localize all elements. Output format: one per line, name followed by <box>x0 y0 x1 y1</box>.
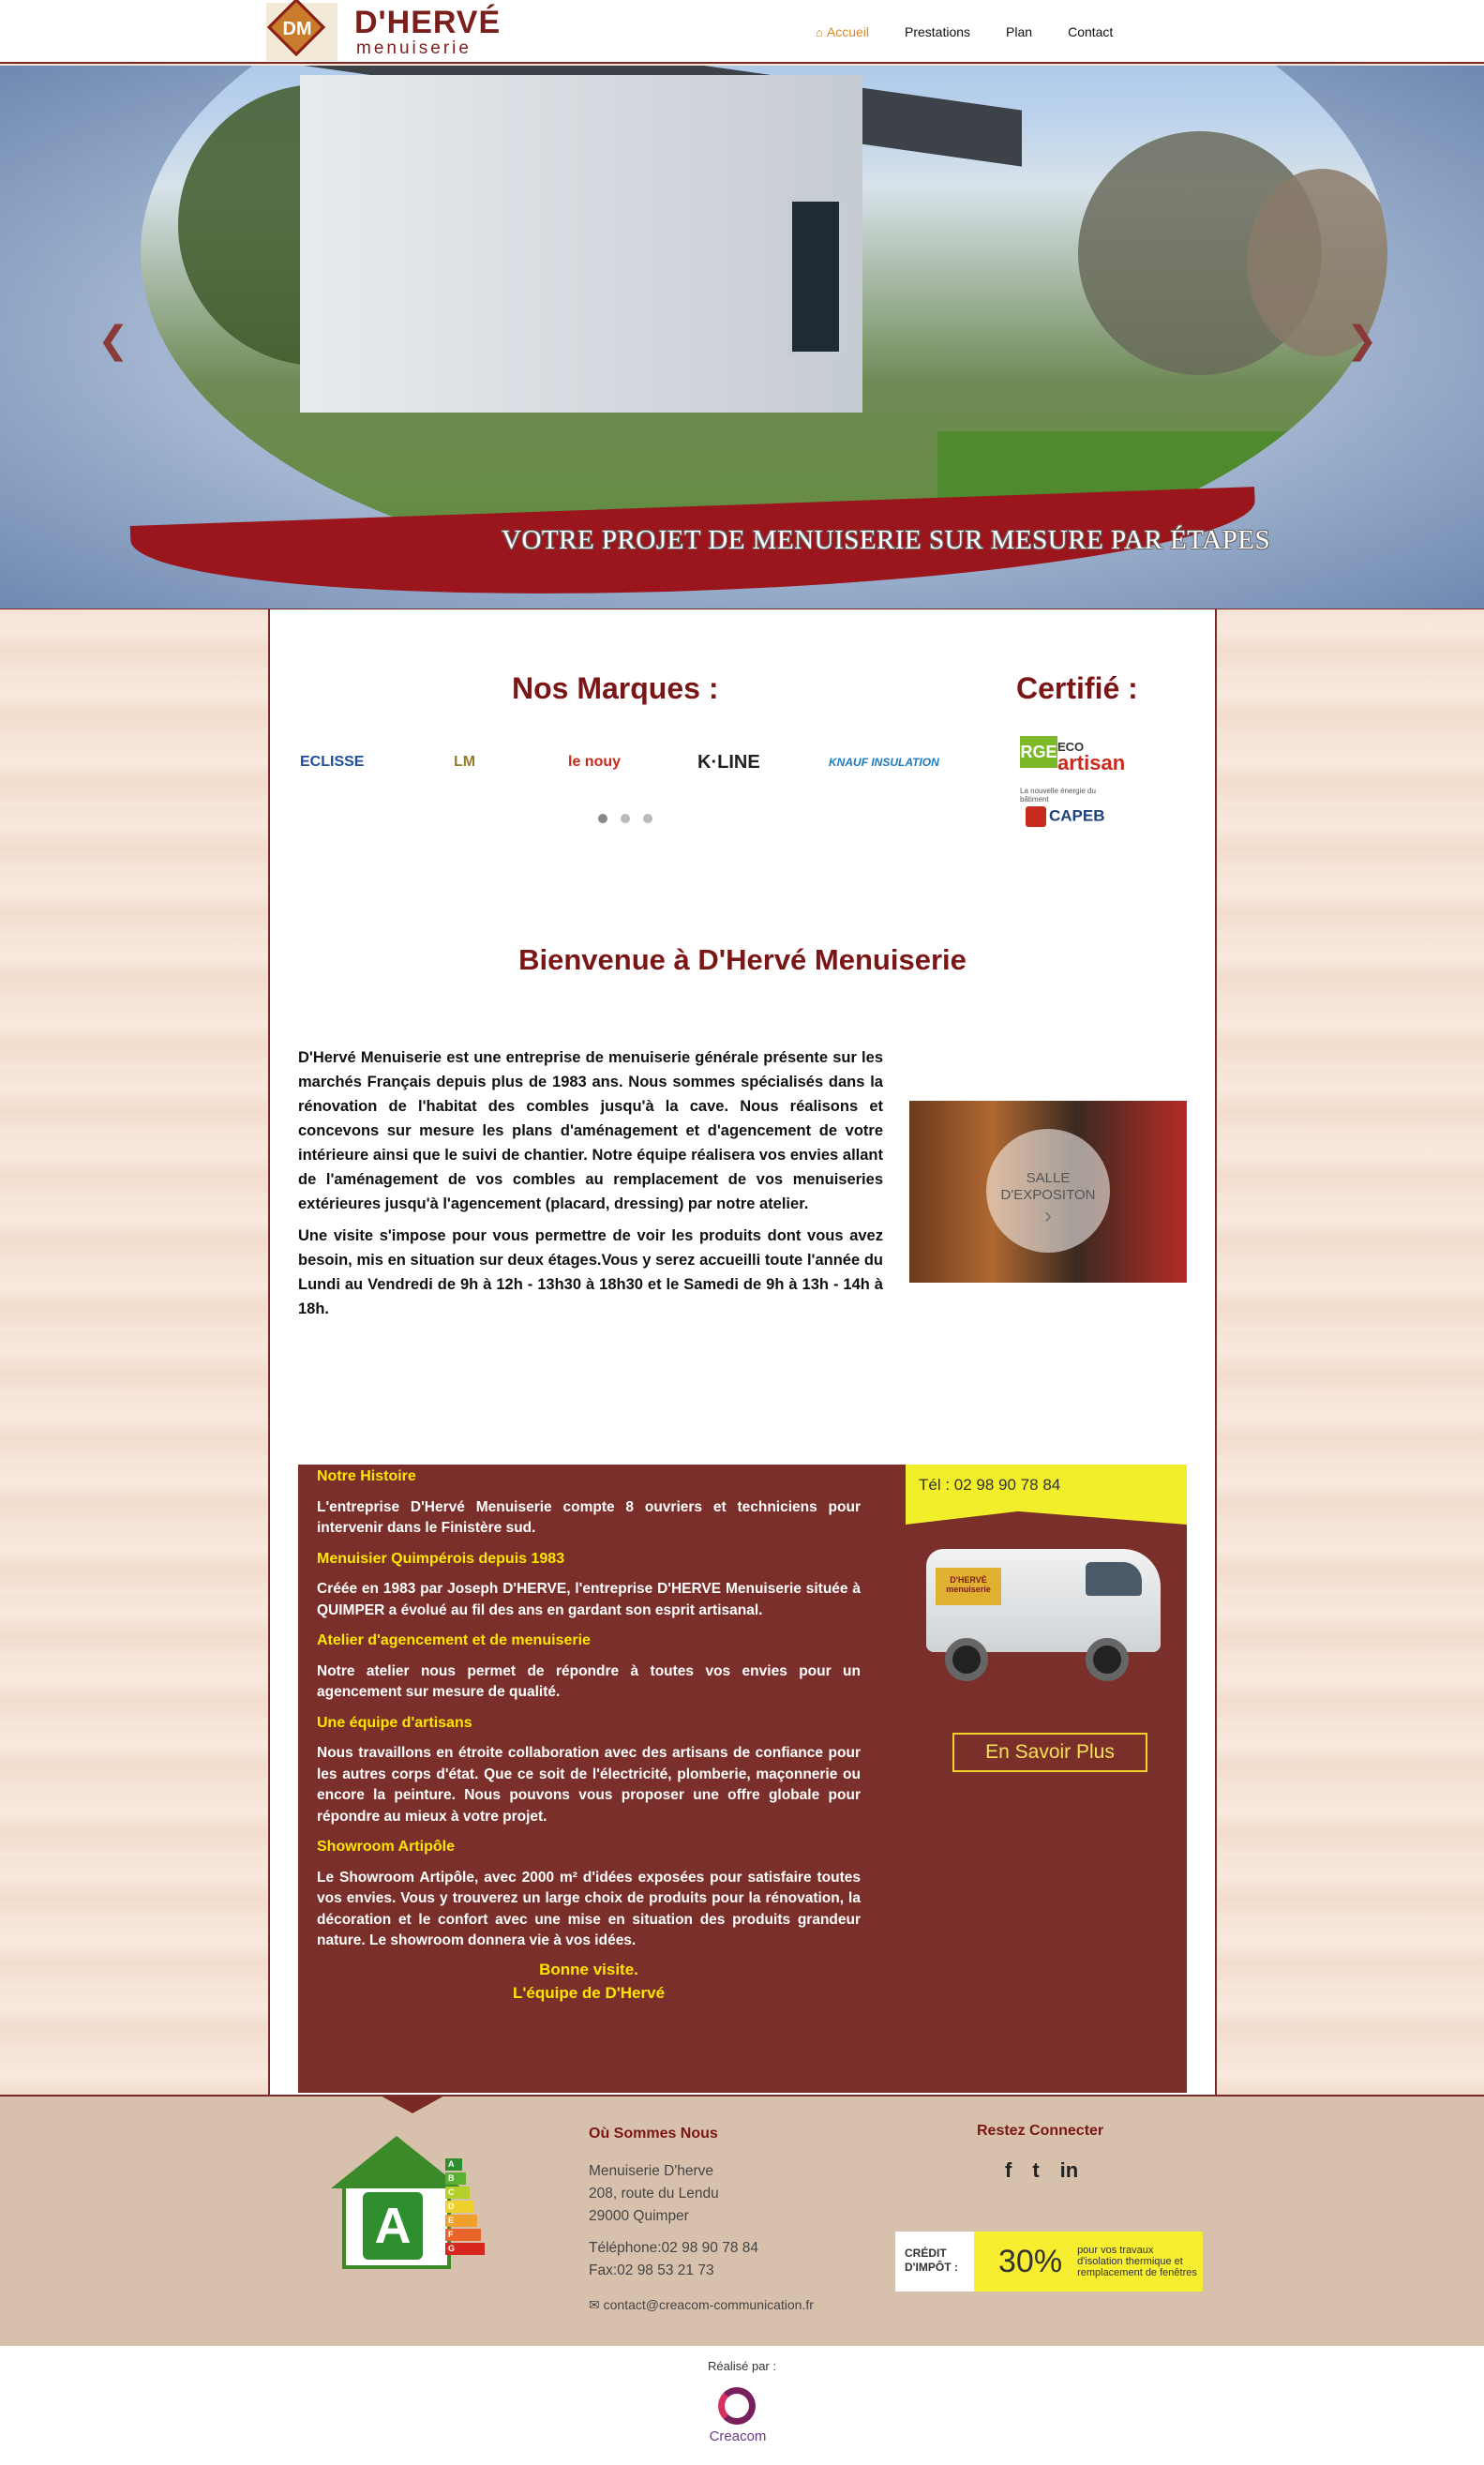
credits-bar: Réalisé par : Creacom <box>0 2346 1484 2465</box>
chevron-right-icon[interactable]: ❯ <box>1346 319 1378 362</box>
slider-dot[interactable] <box>598 814 607 823</box>
section-text: L'entreprise D'Hervé Menuiserie compte 8… <box>317 1498 861 1537</box>
section-title: Atelier d'agencement et de menuiserie <box>317 1632 591 1648</box>
brand-lenouy[interactable]: le nouy <box>568 750 621 774</box>
home-icon: ⌂ <box>816 24 823 39</box>
slider-dot[interactable] <box>621 814 630 823</box>
header: DM D'HERVÉ menuiserie ⌂ Accueil Prestatio… <box>0 0 1484 64</box>
brand-knauf[interactable]: KNAUF INSULATION <box>829 750 939 774</box>
phone[interactable]: Téléphone:02 98 90 78 84 <box>589 2237 889 2260</box>
welcome-title: Bienvenue à D'Hervé Menuiserie <box>518 943 967 976</box>
savoir-plus-button[interactable]: En Savoir Plus <box>952 1733 1147 1772</box>
tax-credit-banner[interactable]: CRÉDIT D'IMPÔT : 30% pour vos travaux d'… <box>895 2232 1203 2292</box>
van-image: D'HERVÉ menuiserie <box>917 1530 1179 1690</box>
nav-item-plan[interactable]: Plan <box>1006 24 1032 39</box>
logo-mark: DM <box>266 0 337 61</box>
phone-banner[interactable]: Tél : 02 98 90 78 84 <box>906 1465 1187 1525</box>
intro-text: D'Hervé Menuiserie est une entreprise de… <box>298 1045 883 1329</box>
hero-tagline: VOTRE PROJET DE MENUISERIE SUR MESURE PA… <box>502 525 1271 555</box>
creacom-logo[interactable]: Creacom <box>705 2387 771 2449</box>
rge-eco-artisan-badge: RGE ECO artisan La nouvelle énergie du b… <box>1020 736 1125 804</box>
nav-item-prestations[interactable]: Prestations <box>905 24 970 39</box>
signature: Bonne visite. L'équipe de D'Hervé <box>512 1960 666 2002</box>
envelope-icon: ✉ <box>589 2297 600 2312</box>
made-by-label: Réalisé par : <box>708 2359 776 2373</box>
van-logo: D'HERVÉ menuiserie <box>936 1568 1001 1605</box>
energy-bars: A B C D E F G <box>445 2158 485 2257</box>
hero-slider: VOTRE PROJET DE MENUISERIE SUR MESURE PA… <box>0 66 1484 609</box>
section-title: Notre Histoire <box>317 1468 416 1484</box>
section-title: Une équipe d'artisans <box>317 1714 472 1731</box>
street: 208, route du Lendu <box>589 2186 719 2202</box>
intro-paragraph: D'Hervé Menuiserie est une entreprise de… <box>298 1049 883 1212</box>
history-panel: Notre Histoire L'entreprise D'Hervé Menu… <box>298 1465 1187 2093</box>
brands-pagination <box>598 814 666 823</box>
slider-dot[interactable] <box>643 814 652 823</box>
capeb-badge: CAPEB <box>1026 806 1123 838</box>
address-title: Où Sommes Nous <box>589 2126 718 2142</box>
brand-eclisse[interactable]: ECLISSE <box>300 750 364 774</box>
section-text: Nous travaillons en étroite collaboratio… <box>317 1745 861 1825</box>
linkedin-icon[interactable]: in <box>1060 2158 1079 2183</box>
brands-title: Nos Marques : <box>512 671 719 705</box>
showroom-circle: SALLE D'EXPOSITON › <box>986 1129 1110 1253</box>
brand-lm[interactable]: LM <box>454 750 475 774</box>
footer-notch <box>379 2095 446 2113</box>
logo-initials: DM <box>282 19 312 39</box>
history-text: Notre Histoire L'entreprise D'Hervé Menu… <box>317 1466 861 2005</box>
twitter-icon[interactable]: t <box>1032 2158 1039 2183</box>
company-name: Menuiserie D'herve <box>589 2163 714 2179</box>
address-column: Où Sommes Nous Menuiserie D'herve 208, r… <box>589 2123 889 2316</box>
chevron-left-icon[interactable]: ❮ <box>97 319 129 362</box>
nav-item-contact[interactable]: Contact <box>1068 24 1113 39</box>
facebook-icon[interactable]: f <box>1005 2158 1012 2183</box>
section-text: Créée en 1983 par Joseph D'HERVE, l'entr… <box>317 1581 861 1618</box>
social-title: Restez Connecter <box>977 2123 1104 2139</box>
site-logo[interactable]: DM D'HERVÉ menuiserie <box>266 0 500 61</box>
section-title: Showroom Artipôle <box>317 1839 455 1855</box>
section-title: Menuisier Quimpérois depuis 1983 <box>317 1550 565 1567</box>
main-content: Nos Marques : Certifié : ECLISSE LM le n… <box>268 609 1217 2096</box>
intro-paragraph: Une visite s'impose pour vous permettre … <box>298 1227 883 1317</box>
social-column: Restez Connecter f t in <box>977 2123 1164 2183</box>
fax: Fax:02 98 53 21 73 <box>589 2262 714 2278</box>
showroom-tile[interactable]: SALLE D'EXPOSITON › <box>909 1101 1187 1283</box>
section-text: Notre atelier nous permet de répondre à … <box>317 1662 861 1701</box>
nav-item-accueil[interactable]: ⌂ Accueil <box>816 24 869 39</box>
brand-kline[interactable]: K·LINE <box>697 750 760 774</box>
chevron-right-icon: › <box>1044 1203 1052 1228</box>
email-link[interactable]: ✉ contact@creacom-communication.fr <box>589 2293 889 2316</box>
city: 29000 Quimper <box>589 2208 689 2224</box>
main-nav: ⌂ Accueil Prestations Plan Contact <box>816 0 1148 64</box>
certified-title: Certifié : <box>1016 671 1138 705</box>
logo-subtitle: menuiserie <box>356 38 472 58</box>
logo-name: D'HERVÉ <box>354 5 502 40</box>
energy-label-logo: A A B C D E F G <box>314 2127 502 2286</box>
footer: A A B C D E F G Où Sommes Nous Menuiseri… <box>0 2095 1484 2346</box>
section-text: Le Showroom Artipôle, avec 2000 m² d'idé… <box>317 1869 861 1949</box>
